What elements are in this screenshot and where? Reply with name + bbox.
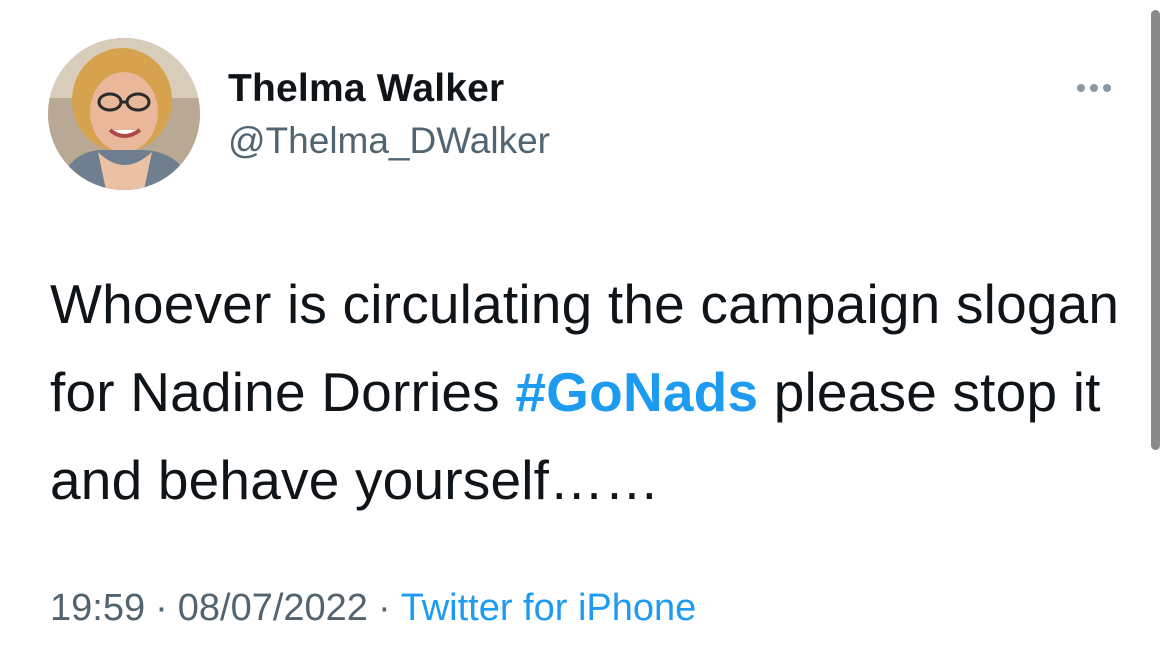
tweet-time[interactable]: 19:59 xyxy=(50,587,145,629)
tweet: Thelma Walker @Thelma_DWalker Whoever is… xyxy=(0,0,1170,662)
tweet-source-link[interactable]: Twitter for iPhone xyxy=(401,587,697,629)
tweet-metadata: 19:59 · 08/07/2022 · Twitter for iPhone xyxy=(50,583,696,633)
avatar-photo-icon xyxy=(48,38,200,190)
more-options-button[interactable] xyxy=(1062,68,1126,108)
author-handle[interactable]: @Thelma_DWalker xyxy=(228,118,550,164)
meta-separator: · xyxy=(377,587,391,629)
scrollbar[interactable] xyxy=(1151,10,1160,450)
author-display-name[interactable]: Thelma Walker xyxy=(228,66,504,112)
more-horizontal-icon xyxy=(1075,79,1114,97)
avatar[interactable] xyxy=(48,38,200,190)
tweet-text: Whoever is circulating the campaign slog… xyxy=(50,260,1130,524)
tweet-date[interactable]: 08/07/2022 xyxy=(178,587,368,629)
meta-separator: · xyxy=(155,587,168,629)
hashtag-link[interactable]: #GoNads xyxy=(515,361,758,423)
